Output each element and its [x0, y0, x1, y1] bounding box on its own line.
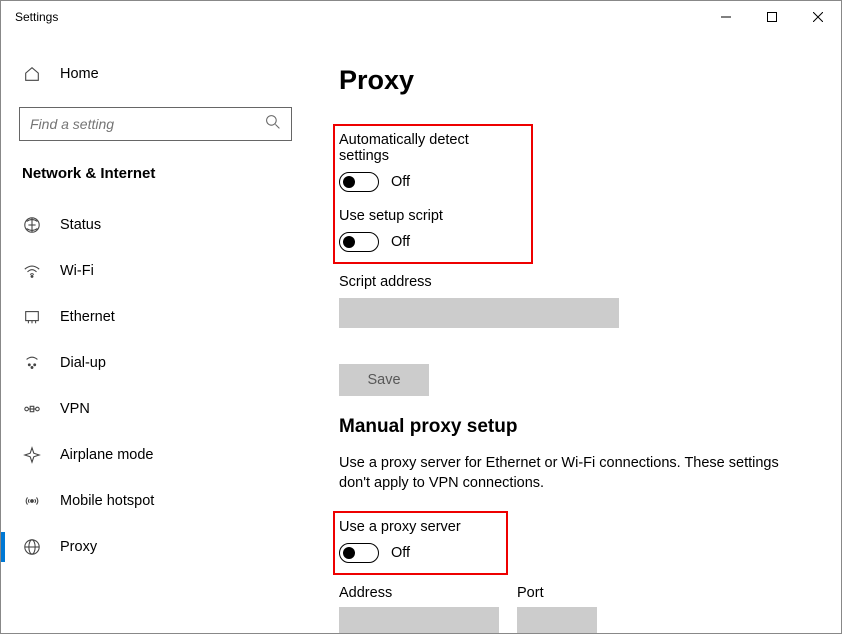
- sidebar-item-proxy[interactable]: Proxy: [19, 524, 292, 570]
- auto-detect-toggle[interactable]: [339, 172, 379, 192]
- use-proxy-label: Use a proxy server: [339, 519, 496, 535]
- sidebar-item-label: Ethernet: [60, 309, 115, 325]
- close-button[interactable]: [795, 1, 841, 33]
- sidebar-item-dialup[interactable]: Dial-up: [19, 340, 292, 386]
- auto-detect-state: Off: [391, 174, 410, 190]
- hotspot-icon: [22, 491, 42, 511]
- manual-description: Use a proxy server for Ethernet or Wi-Fi…: [339, 454, 813, 493]
- sidebar-item-ethernet[interactable]: Ethernet: [19, 294, 292, 340]
- dialup-icon: [22, 353, 42, 373]
- manual-heading: Manual proxy setup: [339, 416, 813, 438]
- sidebar-item-label: VPN: [60, 401, 90, 417]
- main-content: Proxy Automatically detect settings Off …: [311, 33, 841, 633]
- search-field[interactable]: [19, 107, 292, 141]
- script-address-label: Script address: [339, 274, 813, 290]
- setup-script-label: Use setup script: [339, 208, 521, 224]
- category-header: Network & Internet: [19, 165, 292, 182]
- address-input[interactable]: [339, 607, 499, 633]
- sidebar-item-vpn[interactable]: VPN: [19, 386, 292, 432]
- highlight-proxy-section: Use a proxy server Off: [333, 511, 508, 575]
- address-label: Address: [339, 585, 499, 601]
- sidebar-item-label: Status: [60, 217, 101, 233]
- highlight-auto-section: Automatically detect settings Off Use se…: [333, 124, 533, 264]
- home-nav[interactable]: Home: [19, 55, 292, 93]
- vpn-icon: [22, 399, 42, 419]
- use-proxy-state: Off: [391, 545, 410, 561]
- script-address-input[interactable]: [339, 298, 619, 328]
- sidebar-item-hotspot[interactable]: Mobile hotspot: [19, 478, 292, 524]
- use-proxy-toggle[interactable]: [339, 543, 379, 563]
- wifi-icon: [22, 261, 42, 281]
- sidebar: Home Network & Internet Status Wi-Fi Eth…: [1, 33, 311, 633]
- sidebar-item-airplane[interactable]: Airplane mode: [19, 432, 292, 478]
- auto-detect-label: Automatically detect settings: [339, 132, 521, 164]
- sidebar-item-label: Dial-up: [60, 355, 106, 371]
- maximize-button[interactable]: [749, 1, 795, 33]
- home-label: Home: [60, 66, 99, 82]
- home-icon: [22, 64, 42, 84]
- sidebar-item-label: Mobile hotspot: [60, 493, 154, 509]
- sidebar-item-status[interactable]: Status: [19, 202, 292, 248]
- sidebar-item-label: Wi-Fi: [60, 263, 94, 279]
- proxy-icon: [22, 537, 42, 557]
- status-icon: [22, 215, 42, 235]
- setup-script-state: Off: [391, 234, 410, 250]
- save-button[interactable]: Save: [339, 364, 429, 396]
- sidebar-item-wifi[interactable]: Wi-Fi: [19, 248, 292, 294]
- minimize-button[interactable]: [703, 1, 749, 33]
- sidebar-item-label: Proxy: [60, 539, 97, 555]
- titlebar: Settings: [1, 1, 841, 33]
- sidebar-item-label: Airplane mode: [60, 447, 154, 463]
- window-title: Settings: [15, 10, 703, 24]
- setup-script-toggle[interactable]: [339, 232, 379, 252]
- search-icon: [265, 114, 281, 135]
- port-input[interactable]: [517, 607, 597, 633]
- port-label: Port: [517, 585, 597, 601]
- ethernet-icon: [22, 307, 42, 327]
- search-input[interactable]: [30, 116, 265, 132]
- page-title: Proxy: [339, 65, 813, 96]
- airplane-icon: [22, 445, 42, 465]
- window-controls: [703, 1, 841, 33]
